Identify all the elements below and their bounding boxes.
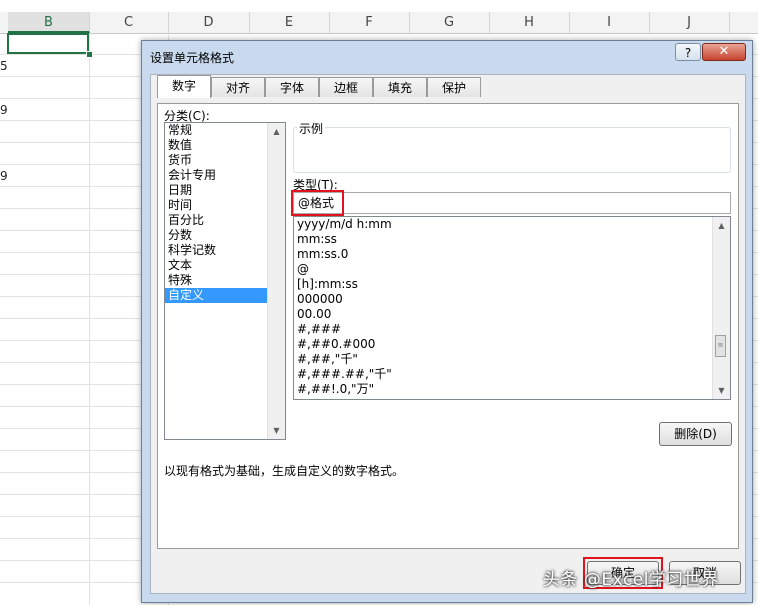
cell-value[interactable]: 9	[0, 103, 8, 117]
tab-alignment[interactable]: 对齐	[211, 77, 265, 97]
tab-border[interactable]: 边框	[319, 77, 373, 97]
column-header-c[interactable]: C	[89, 12, 169, 33]
tab-fill[interactable]: 填充	[373, 77, 427, 97]
format-item[interactable]: yyyy/m/d h:mm	[294, 217, 730, 232]
cell-value[interactable]: 9	[0, 169, 8, 183]
category-scrollbar[interactable]: ▲ ▼	[267, 123, 285, 439]
gridline	[89, 33, 90, 605]
fill-handle[interactable]	[86, 51, 93, 58]
column-header-f[interactable]: F	[329, 12, 410, 33]
format-item[interactable]: #,###.##,"千"	[294, 367, 730, 382]
format-list[interactable]: yyyy/m/d h:mm mm:ss mm:ss.0 @ [h]:mm:ss …	[293, 216, 731, 400]
format-cells-dialog: 设置单元格格式 ? ✕ 数字 对齐 字体 边框 填充 保护 分类(C): 常规 …	[141, 40, 753, 603]
close-button[interactable]: ✕	[702, 43, 746, 61]
column-header-row: B C D E F G H I J	[0, 12, 758, 34]
sample-label: 示例	[297, 120, 326, 137]
delete-button[interactable]: 删除(D)	[659, 422, 732, 446]
category-list[interactable]: 常规 数值 货币 会计专用 日期 时间 百分比 分数 科学记数 文本 特殊 自定…	[164, 122, 286, 440]
tab-font[interactable]: 字体	[265, 77, 319, 97]
dialog-body: 数字 对齐 字体 边框 填充 保护 分类(C): 常规 数值 货币 会计专用 日…	[150, 74, 746, 594]
scroll-down-arrow-icon[interactable]: ▼	[268, 422, 285, 439]
format-item[interactable]: #,##0.#000	[294, 337, 730, 352]
cell-value[interactable]: 5	[0, 59, 8, 73]
scroll-up-arrow-icon[interactable]: ▲	[713, 217, 730, 234]
dialog-title: 设置单元格格式	[150, 51, 235, 65]
scroll-down-arrow-icon[interactable]: ▼	[713, 382, 730, 399]
format-item[interactable]: 000000	[294, 292, 730, 307]
format-item[interactable]: mm:ss	[294, 232, 730, 247]
format-item[interactable]: mm:ss.0	[294, 247, 730, 262]
selected-cell[interactable]	[7, 33, 89, 54]
scroll-thumb[interactable]: ≡	[715, 335, 726, 357]
column-header-i[interactable]: I	[569, 12, 650, 33]
type-input[interactable]: @格式	[293, 192, 731, 214]
tab-protection[interactable]: 保护	[427, 77, 481, 97]
number-tab-panel: 分类(C): 常规 数值 货币 会计专用 日期 时间 百分比 分数 科学记数 文…	[157, 103, 739, 549]
format-item[interactable]: #,###	[294, 322, 730, 337]
column-header-h[interactable]: H	[489, 12, 570, 33]
format-item[interactable]: #,##,"千"	[294, 352, 730, 367]
watermark-text: 头条 @Excel学习世界	[543, 570, 719, 590]
column-header-g[interactable]: G	[409, 12, 490, 33]
format-item[interactable]: [h]:mm:ss	[294, 277, 730, 292]
column-header-e[interactable]: E	[249, 12, 330, 33]
help-button[interactable]: ?	[675, 43, 701, 61]
sample-group	[293, 127, 731, 173]
category-item-selected[interactable]: 自定义	[165, 288, 268, 303]
scroll-up-arrow-icon[interactable]: ▲	[268, 123, 285, 140]
format-item[interactable]: 00.00	[294, 307, 730, 322]
format-description: 以现有格式为基础，生成自定义的数字格式。	[164, 464, 405, 478]
highlight-box	[291, 190, 344, 216]
format-item[interactable]: #,##!.0,"万"	[294, 382, 730, 397]
column-header-j[interactable]: J	[649, 12, 730, 33]
column-header-b[interactable]: B	[8, 12, 90, 33]
format-item[interactable]: @	[294, 262, 730, 277]
format-scrollbar[interactable]: ▲ ≡ ▼	[712, 217, 730, 399]
tab-number[interactable]: 数字	[157, 75, 211, 98]
column-header-d[interactable]: D	[168, 12, 250, 33]
